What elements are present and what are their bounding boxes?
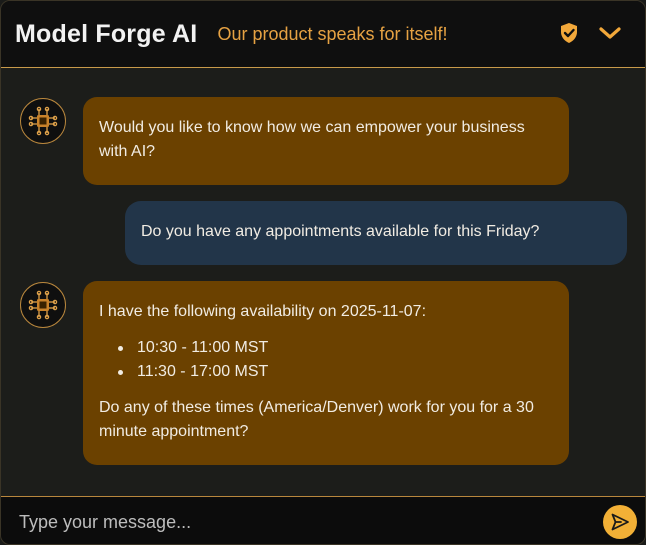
shield-check-icon[interactable] <box>557 21 581 45</box>
bot-message: I have the following availability on 202… <box>83 281 569 465</box>
message-outro: Do any of these times (America/Denver) w… <box>99 399 534 440</box>
circuit-chip-icon <box>28 290 58 320</box>
message-text: Would you like to know how we can empowe… <box>99 119 525 160</box>
list-item: 10:30 - 11:00 MST <box>118 336 553 360</box>
availability-list: 10:30 - 11:00 MST 11:30 - 17:00 MST <box>99 336 553 384</box>
bot-avatar <box>20 98 66 144</box>
bot-message: Would you like to know how we can empowe… <box>83 97 569 185</box>
send-button[interactable] <box>603 505 637 539</box>
list-item: 11:30 - 17:00 MST <box>118 360 553 384</box>
chat-widget: Model Forge AI Our product speaks for it… <box>0 0 646 545</box>
brand-name: Model Forge AI <box>15 19 198 48</box>
message-intro: I have the following availability on 202… <box>99 303 427 320</box>
circuit-chip-icon <box>28 106 58 136</box>
message-input[interactable] <box>13 505 585 539</box>
chevron-down-icon[interactable] <box>598 21 622 45</box>
chat-header: Model Forge AI Our product speaks for it… <box>1 1 645 68</box>
tagline: Our product speaks for itself! <box>217 24 448 44</box>
send-icon <box>611 513 629 531</box>
user-message: Do you have any appointments available f… <box>125 201 627 265</box>
composer <box>1 496 645 544</box>
bot-avatar <box>20 282 66 328</box>
message-text: Do you have any appointments available f… <box>141 223 540 240</box>
